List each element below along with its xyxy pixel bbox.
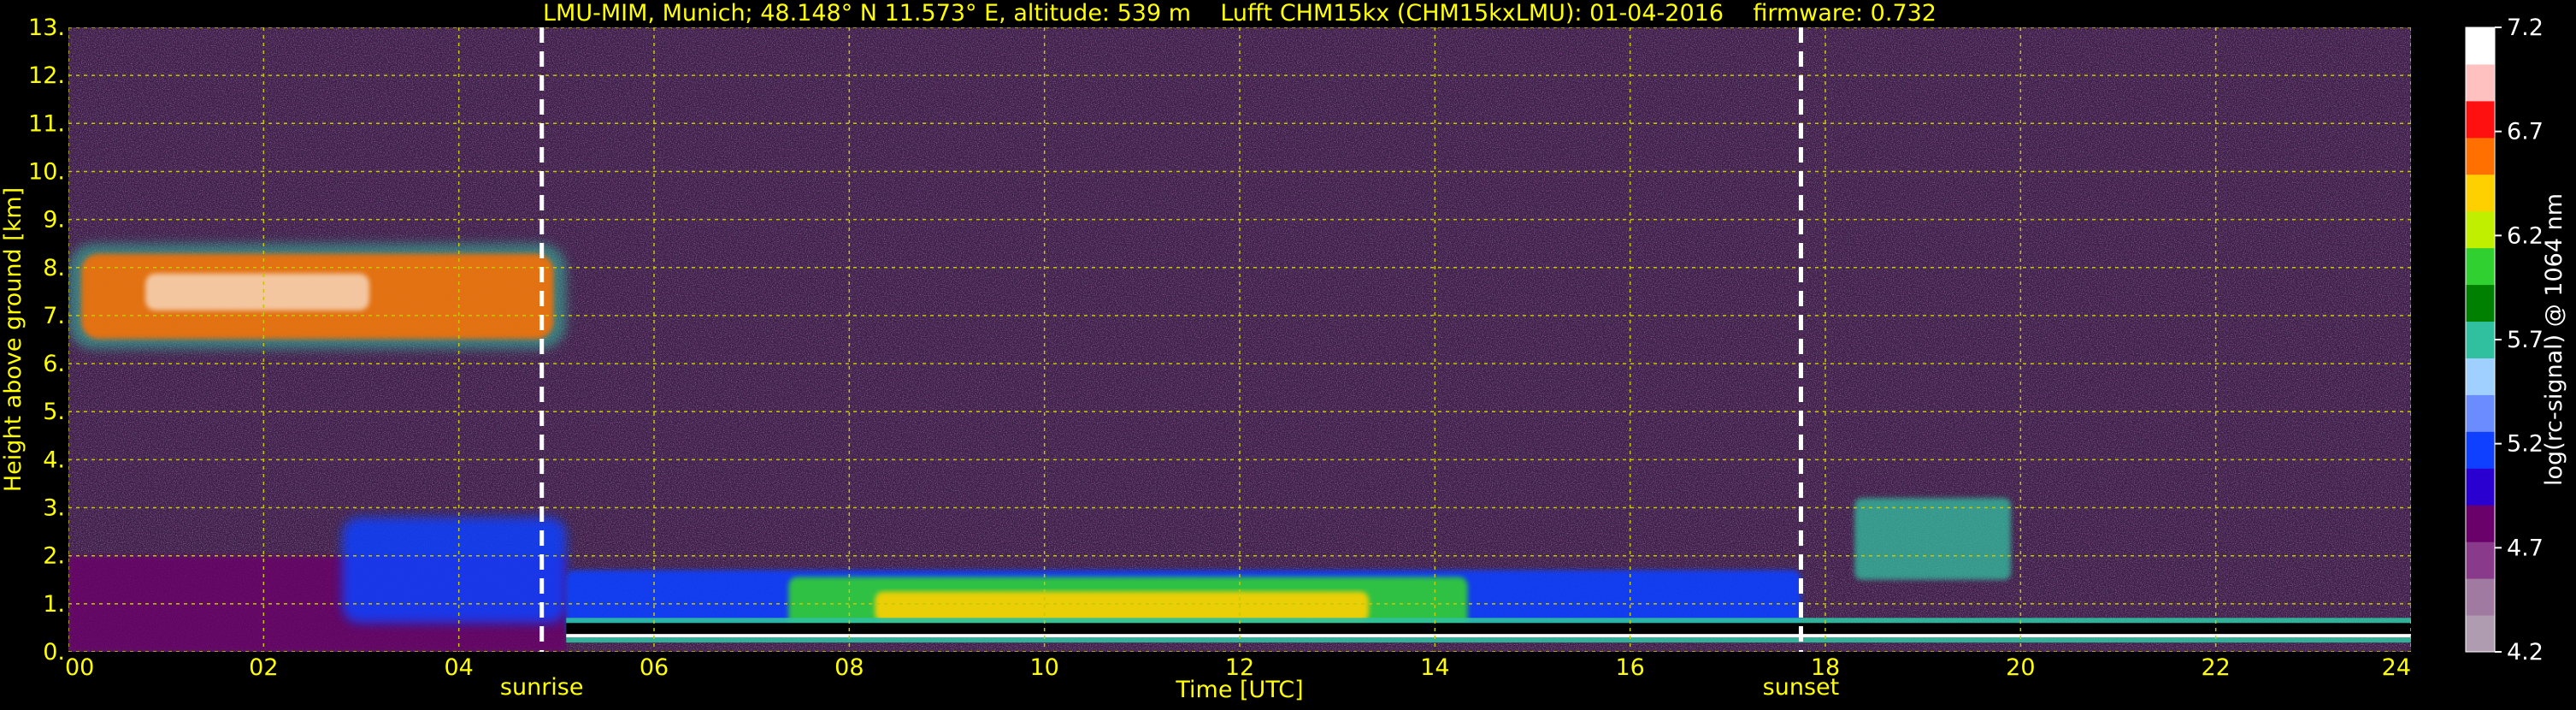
x-tick-label: 04 — [444, 654, 473, 681]
feature-residual-aerosol-layer-core — [342, 517, 567, 624]
y-tick-label: 12. — [28, 62, 65, 89]
sunrise-label: sunrise — [500, 674, 584, 701]
colorbar-tick-label: 4.2 — [2507, 639, 2544, 666]
chart-title: LMU-MIM, Munich; 48.148° N 11.573° E, al… — [543, 0, 1936, 27]
colorbar-block — [2466, 578, 2495, 616]
y-tick-label: 5. — [43, 399, 65, 425]
y-tick-label: 6. — [43, 351, 65, 377]
x-tick-label: 02 — [249, 654, 278, 681]
x-tick-label: 24 — [2382, 654, 2411, 681]
y-tick-label: 3. — [43, 495, 65, 522]
y-axis-label: Height above ground [km] — [0, 187, 27, 492]
x-tick-label: 06 — [640, 654, 669, 681]
colorbar-block — [2466, 247, 2495, 286]
colorbar-block — [2466, 137, 2495, 175]
colorbar-block — [2466, 615, 2495, 653]
y-tick-label: 11. — [28, 110, 65, 137]
y-tick-label: 2. — [43, 543, 65, 570]
chart-svg: 00 02 04 06 08 10 12 14 16 18 20 22 24 0.1.2.3.4.5.6… — [0, 0, 2567, 703]
y-tick-labels: 0. 1. 2. 3. 4. 5. 6. 7. 8. 9. 10. 11. 12. 13. — [28, 15, 65, 666]
colorbar-tick-labels: 4.2 4.7 5.2 5.7 6.2 6.7 7.2 — [2495, 15, 2544, 666]
feature-boundary-layer — [875, 591, 1369, 622]
colorbar-tick-label: 5.7 — [2507, 327, 2544, 353]
x-tick-label: 00 — [65, 654, 94, 681]
colorbar-block — [2466, 174, 2495, 212]
x-tick-label: 08 — [834, 654, 864, 681]
colorbar-tick-label: 7.2 — [2507, 15, 2544, 41]
colorbar-block — [2466, 358, 2495, 395]
colorbar-tick-label: 6.2 — [2507, 222, 2544, 249]
feature-cirrus-cloud-core — [145, 273, 370, 311]
x-tick-label: 22 — [2201, 654, 2230, 681]
colorbar-block — [2466, 284, 2495, 322]
feature-low-cloud-base — [566, 634, 2411, 638]
colorbar: 4.2 4.7 5.2 5.7 6.2 6.7 7.2 log(rc-signal) @ 1… — [2465, 15, 2567, 666]
sunset-label: sunset — [1763, 674, 1840, 701]
y-tick-label: 0. — [43, 639, 65, 666]
y-tick-label: 10. — [28, 158, 65, 185]
colorbar-block — [2466, 541, 2495, 579]
y-tick-label: 8. — [43, 255, 65, 281]
colorbar-tick-label: 6.7 — [2507, 119, 2544, 145]
lidar-figure: 00 02 04 06 08 10 12 14 16 18 20 22 24 0. 1. 2. 3. 4. 5. 6… — [0, 0, 2576, 707]
plot-area — [68, 27, 2411, 652]
y-tick-label: 4. — [43, 447, 65, 473]
colorbar-tick-label: 5.2 — [2507, 431, 2544, 458]
x-tick-label: 16 — [1615, 654, 1644, 681]
x-tick-label: 14 — [1420, 654, 1449, 681]
feature-evening-cloud-tops — [1854, 498, 2011, 580]
colorbar-label: log(rc-signal) @ 1064 nm — [2541, 193, 2567, 486]
colorbar-block — [2466, 27, 2495, 65]
x-tick-label: 20 — [2006, 654, 2035, 681]
colorbar-block — [2466, 468, 2495, 506]
colorbar-block — [2466, 63, 2495, 102]
y-tick-label: 7. — [43, 303, 65, 329]
y-tick-label: 1. — [43, 591, 65, 618]
colorbar-block — [2466, 431, 2495, 469]
x-tick-label: 10 — [1029, 654, 1058, 681]
colorbar-block — [2466, 321, 2495, 358]
colorbar-tick-label: 4.7 — [2507, 535, 2544, 561]
colorbar-block — [2466, 394, 2495, 432]
y-tick-label: 9. — [43, 207, 65, 234]
colorbar-block — [2466, 100, 2495, 139]
y-tick-label: 13. — [28, 15, 65, 41]
colorbar-blocks — [2466, 27, 2495, 653]
x-axis-label: Time [UTC] — [1175, 677, 1303, 703]
colorbar-block — [2466, 210, 2495, 249]
colorbar-block — [2466, 505, 2495, 542]
